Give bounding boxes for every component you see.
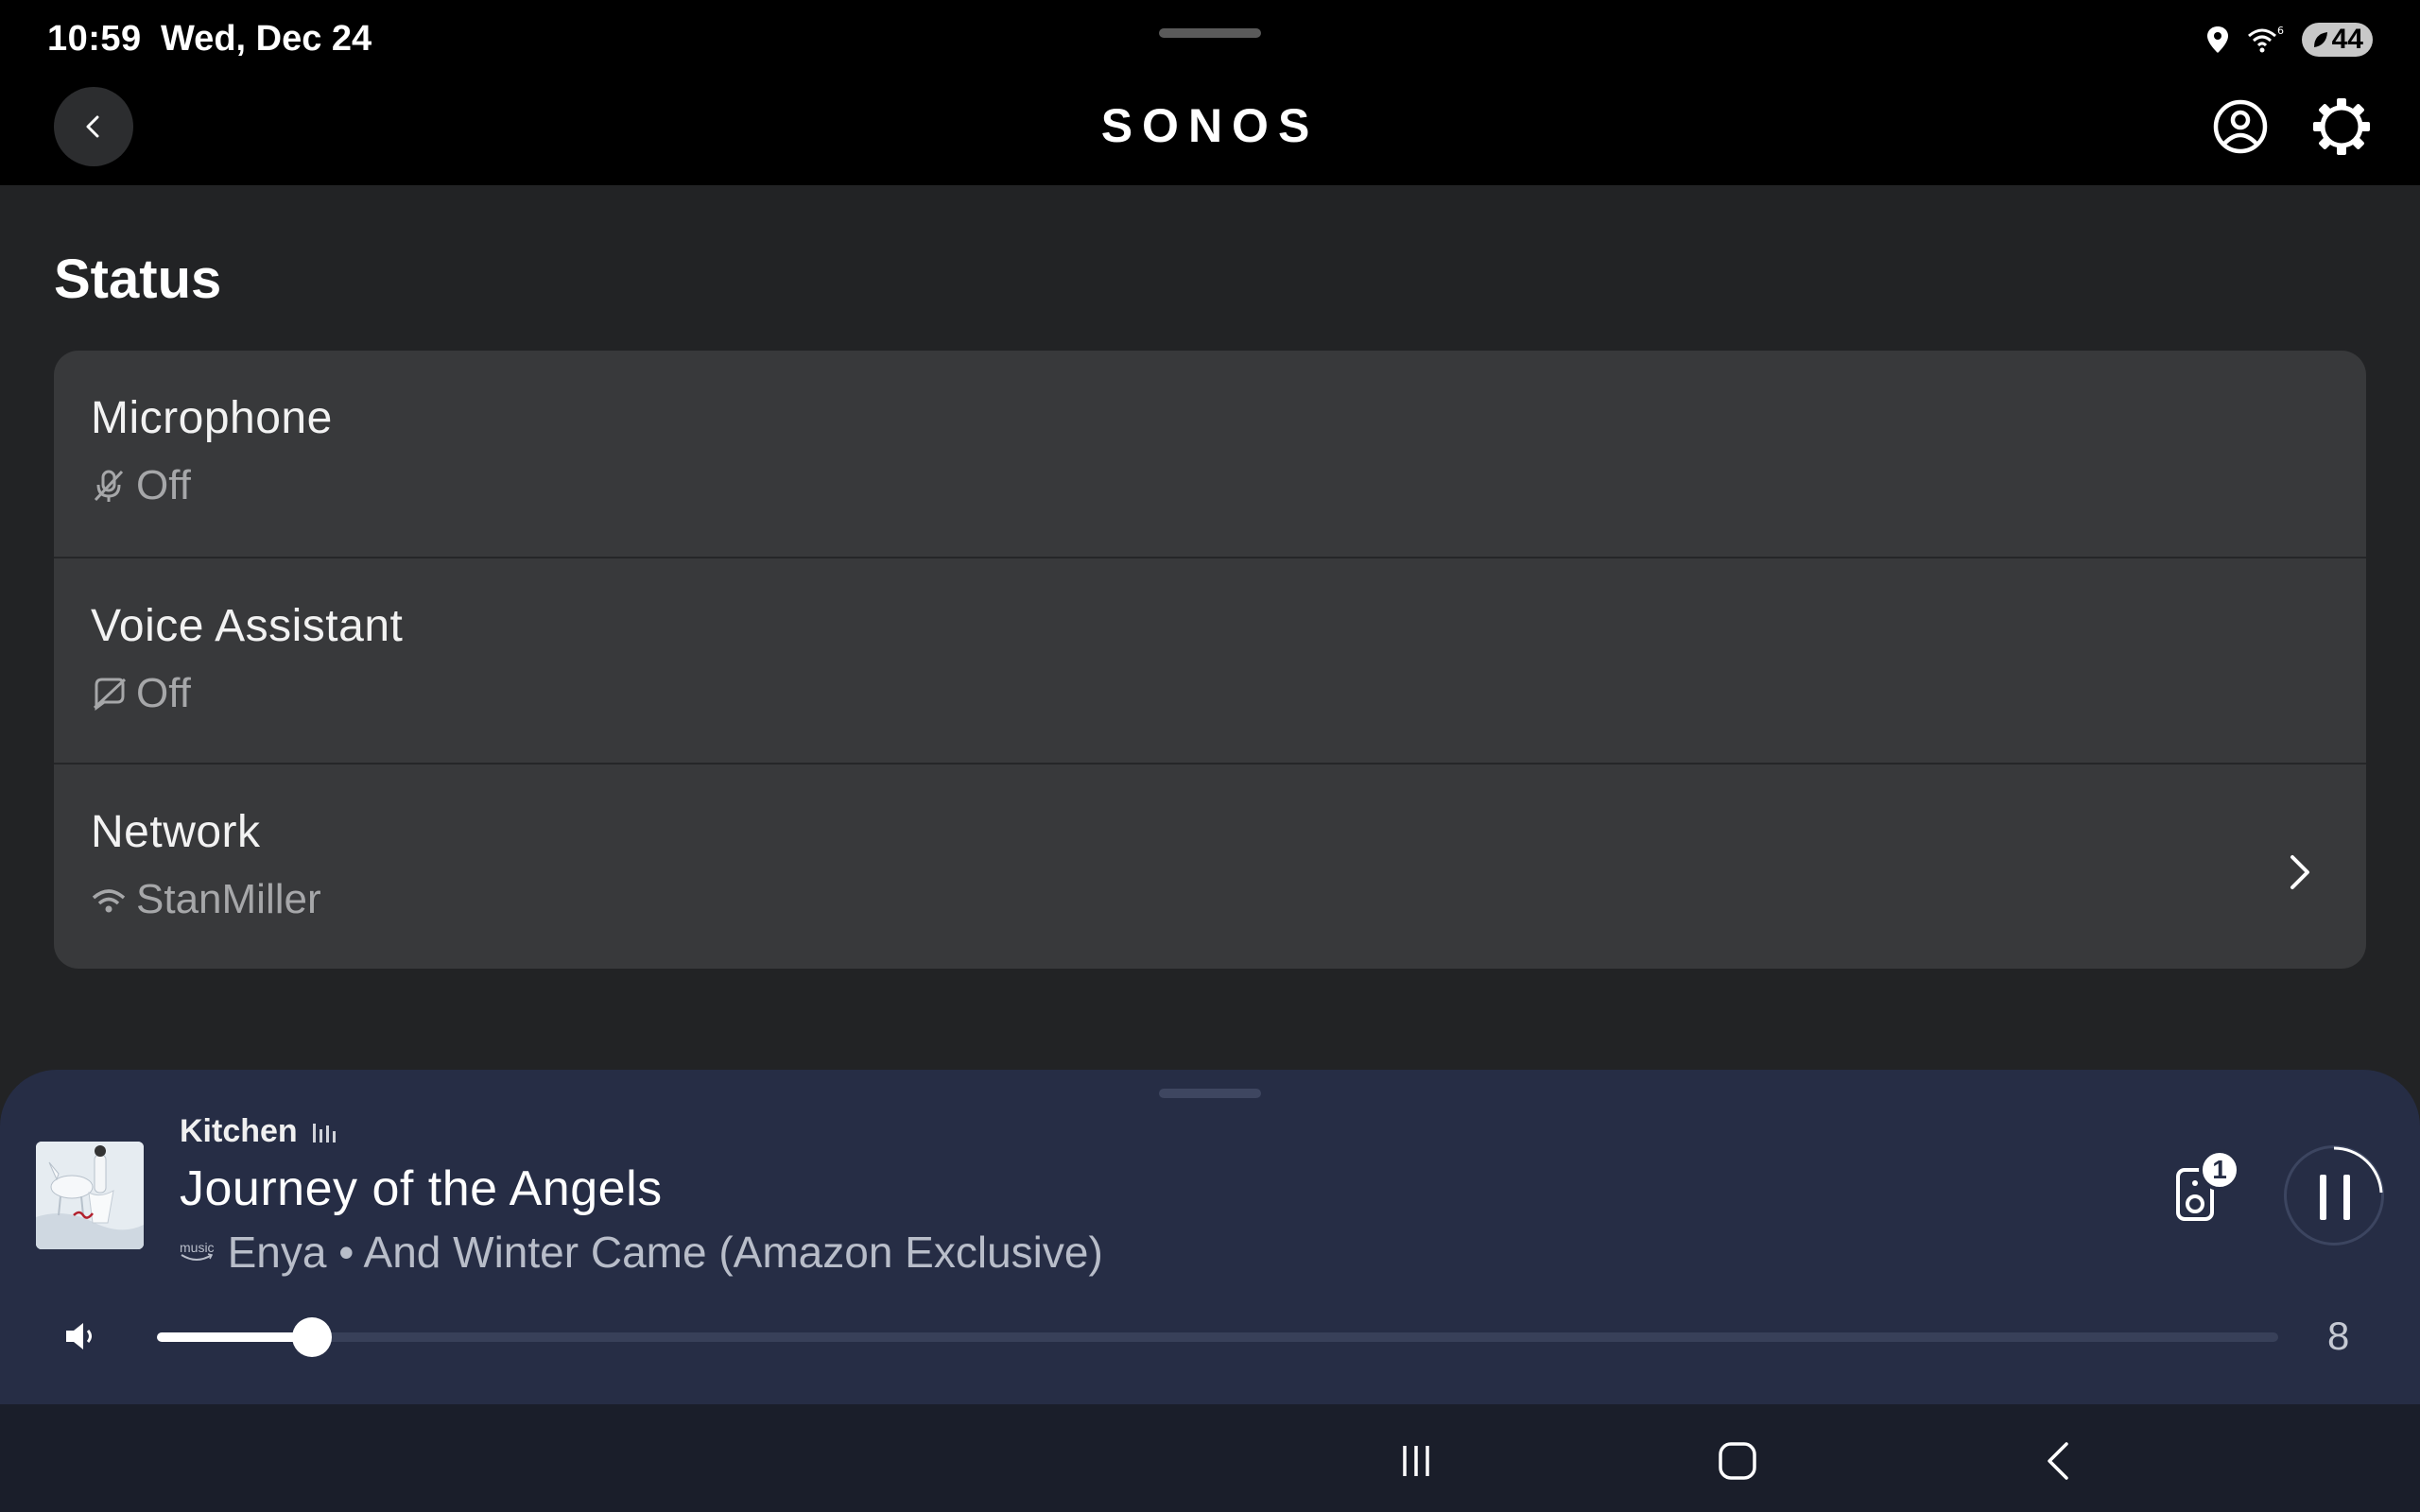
voice-assistant-status: Off xyxy=(136,670,191,716)
recents-icon[interactable] xyxy=(1388,1433,1444,1489)
wifi-6-icon: 6 xyxy=(2247,25,2284,53)
pause-icon xyxy=(2320,1175,2350,1220)
sonos-logo: SONOS xyxy=(1100,99,1320,152)
home-icon[interactable] xyxy=(1709,1433,1766,1489)
amazon-music-icon: music xyxy=(180,1240,215,1263)
now-playing-bar[interactable]: Kitchen Journey of the Angels music Enya… xyxy=(0,1070,2420,1404)
back-nav-icon[interactable] xyxy=(2031,1433,2087,1489)
network-name: StanMiller xyxy=(136,876,321,922)
status-row-voice-assistant: Voice Assistant Off xyxy=(54,557,2366,763)
track-meta: music Enya • And Winter Came (Amazon Exc… xyxy=(180,1227,1103,1278)
voice-assistant-off-icon xyxy=(93,678,127,711)
volume-slider-thumb[interactable] xyxy=(291,1317,332,1357)
battery-saver-icon xyxy=(2313,32,2327,47)
location-icon xyxy=(2206,26,2228,53)
volume-level: 8 xyxy=(2327,1314,2350,1358)
row-label: Voice Assistant xyxy=(91,601,404,651)
player-drag-handle[interactable] xyxy=(1159,1089,1261,1098)
app-header: SONOS xyxy=(0,79,2420,185)
wifi-icon xyxy=(92,889,126,913)
row-value: Off xyxy=(91,670,191,717)
account-icon[interactable] xyxy=(2212,98,2269,155)
status-time: 10:59 xyxy=(47,19,142,59)
chevron-right-icon xyxy=(2290,855,2309,889)
volume-slider-fill xyxy=(157,1332,312,1342)
battery-indicator: 44 xyxy=(2301,23,2373,57)
artist-album: Enya • And Winter Came (Amazon Exclusive… xyxy=(227,1228,1103,1277)
settings-icon[interactable] xyxy=(2311,96,2372,157)
svg-text:6: 6 xyxy=(2277,25,2284,37)
status-bar: 10:59 Wed, Dec 24 6 44 xyxy=(0,0,2420,79)
room-name[interactable]: Kitchen xyxy=(180,1113,336,1150)
equalizer-icon xyxy=(312,1122,336,1143)
screen: 10:59 Wed, Dec 24 6 44 SONOS Status Micr… xyxy=(0,0,2420,1512)
mic-off-icon xyxy=(94,470,124,502)
battery-level: 44 xyxy=(2331,24,2363,55)
status-row-microphone: Microphone Off xyxy=(54,351,2366,557)
room-label: Kitchen xyxy=(180,1113,298,1149)
pause-button[interactable] xyxy=(2284,1145,2384,1246)
status-row-network[interactable]: Network StanMiller xyxy=(54,763,2366,969)
row-label: Network xyxy=(91,807,261,857)
row-label: Microphone xyxy=(91,393,333,443)
album-art-image xyxy=(36,1142,144,1249)
volume-icon[interactable] xyxy=(62,1317,100,1355)
status-card: Microphone Off Voice Assistant Off Netwo… xyxy=(54,351,2366,969)
album-art[interactable] xyxy=(36,1142,144,1249)
page-title: Status xyxy=(54,249,222,310)
microphone-status: Off xyxy=(136,462,191,508)
status-date: Wed, Dec 24 xyxy=(161,19,372,59)
top-drag-handle[interactable] xyxy=(1159,28,1261,38)
track-title[interactable]: Journey of the Angels xyxy=(180,1160,663,1217)
row-value: Off xyxy=(91,462,191,509)
group-count-badge: 1 xyxy=(2199,1149,2240,1191)
system-icons: 6 44 xyxy=(2205,21,2373,59)
source-logo-text: music xyxy=(180,1240,215,1255)
system-nav-bar xyxy=(0,1404,2420,1512)
volume-slider[interactable] xyxy=(157,1317,2278,1357)
row-value: StanMiller xyxy=(91,876,321,923)
